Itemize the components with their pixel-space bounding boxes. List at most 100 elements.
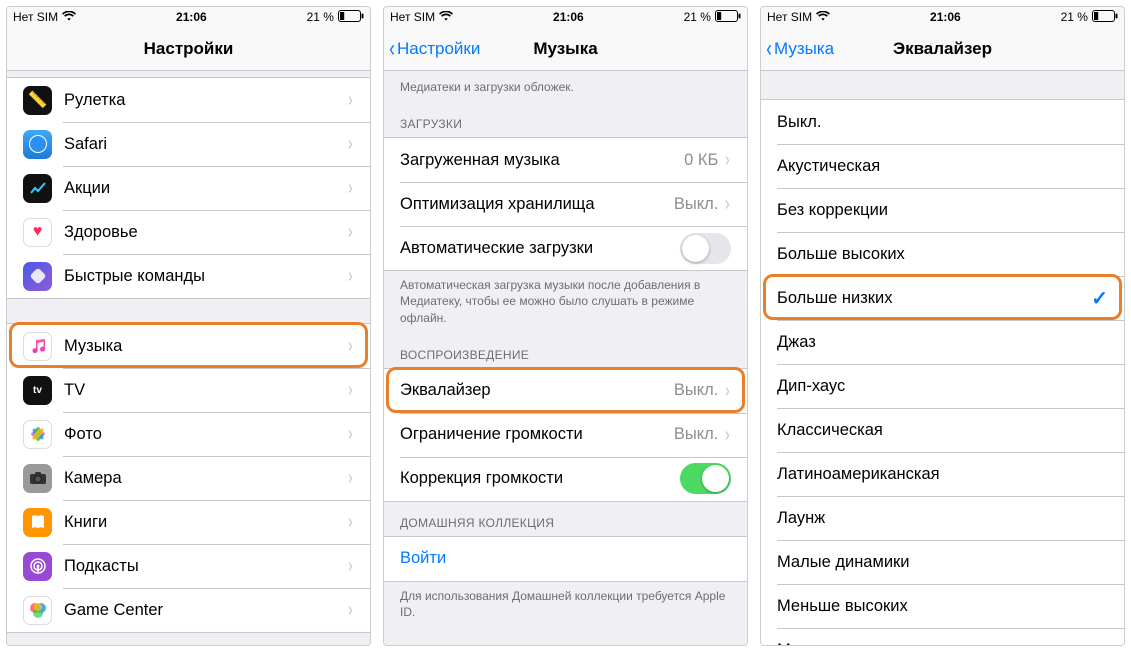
volume-limit-row[interactable]: Ограничение громкости Выкл. ›: [384, 413, 747, 457]
top-footer: Медиатеки и загрузки обложек.: [384, 71, 747, 103]
settings-item-game-center[interactable]: Game Center›: [7, 588, 370, 632]
eq-option[interactable]: Больше высоких: [761, 232, 1124, 276]
settings-item-музыка[interactable]: Музыка›: [7, 324, 370, 368]
row-label: Эквалайзер: [400, 381, 674, 400]
row-label: Малые динамики: [777, 553, 1108, 572]
battery-pct-text: 21 %: [1061, 10, 1088, 24]
eq-option[interactable]: Выкл.: [761, 100, 1124, 144]
eq-options-list: Выкл. Акустическая Без коррекции Больше выс…: [761, 99, 1124, 645]
auto-downloads-toggle[interactable]: [680, 233, 731, 264]
settings-item-tv[interactable]: tvTV›: [7, 368, 370, 412]
row-label: TV: [64, 381, 347, 400]
settings-item-фото[interactable]: Фото›: [7, 412, 370, 456]
eq-option[interactable]: Джаз: [761, 320, 1124, 364]
row-label: Латиноамериканская: [777, 465, 1108, 484]
chevron-right-icon: ›: [348, 600, 353, 620]
checkmark-icon: ✓: [1091, 286, 1108, 311]
chevron-right-icon: ›: [348, 134, 353, 154]
row-label: Автоматические загрузки: [400, 239, 680, 258]
downloads-footer: Автоматическая загрузка музыки после доб…: [384, 271, 747, 334]
chevron-right-icon: ›: [348, 512, 353, 532]
settings-item-здоровье[interactable]: ♥Здоровье›: [7, 210, 370, 254]
battery-pct-text: 21 %: [307, 10, 334, 24]
chevron-right-icon: ›: [348, 222, 353, 242]
row-label: Классическая: [777, 421, 1108, 440]
row-value: Выкл.: [674, 425, 718, 444]
home-list: Войти: [384, 536, 747, 582]
books-icon: [23, 508, 52, 537]
settings-item-рулетка[interactable]: 📏Рулетка›: [7, 78, 370, 122]
battery-icon: [1092, 10, 1118, 25]
playback-header: ВОСПРОИЗВЕДЕНИЕ: [384, 334, 747, 368]
eq-option[interactable]: Малые динамики: [761, 540, 1124, 584]
safari-icon: [23, 130, 52, 159]
status-bar: Нет SIM 21:06 21 %: [384, 7, 747, 27]
settings-item-акции[interactable]: Акции›: [7, 166, 370, 210]
sound-check-toggle[interactable]: [680, 463, 731, 494]
settings-content[interactable]: 📏Рулетка›Safari›Акции›♥Здоровье›Быстрые …: [7, 71, 370, 645]
equalizer-screen: Нет SIM 21:06 21 % ‹ Музыка Эквалайзер В…: [760, 6, 1125, 646]
settings-item-книги[interactable]: Книги›: [7, 500, 370, 544]
row-label: Музыка: [64, 337, 347, 356]
nav-bar: ‹ Музыка Эквалайзер: [761, 27, 1124, 71]
home-footer: Для использования Домашней коллекции тре…: [384, 582, 747, 628]
chevron-right-icon: ›: [348, 468, 353, 488]
eq-option[interactable]: Латиноамериканская: [761, 452, 1124, 496]
downloads-list: Загруженная музыка 0 КБ › Оптимизация хр…: [384, 137, 747, 271]
row-label: Дип-хаус: [777, 377, 1108, 396]
back-button[interactable]: ‹ Настройки: [388, 37, 480, 61]
music-content[interactable]: Медиатеки и загрузки обложек. ЗАГРУЗКИ З…: [384, 71, 747, 645]
back-button[interactable]: ‹ Музыка: [765, 37, 834, 61]
eq-content[interactable]: Выкл. Акустическая Без коррекции Больше выс…: [761, 71, 1124, 645]
podcasts-icon: [23, 552, 52, 581]
chevron-right-icon: ›: [725, 381, 730, 401]
eq-option[interactable]: Больше низких✓: [761, 276, 1124, 320]
chevron-right-icon: ›: [725, 194, 730, 214]
shortcuts-icon: [23, 262, 52, 291]
wifi-icon: [439, 10, 453, 24]
settings-item-safari[interactable]: Safari›: [7, 122, 370, 166]
eq-option[interactable]: Меньше низких: [761, 628, 1124, 645]
eq-option[interactable]: Дип-хаус: [761, 364, 1124, 408]
row-label: Оптимизация хранилища: [400, 195, 674, 214]
eq-option[interactable]: Без коррекции: [761, 188, 1124, 232]
photos-icon: [23, 420, 52, 449]
row-label: Выкл.: [777, 113, 1108, 132]
row-label: Коррекция громкости: [400, 469, 680, 488]
row-label: Без коррекции: [777, 201, 1108, 220]
carrier-text: Нет SIM: [390, 10, 435, 24]
row-label: Больше низких: [777, 289, 1091, 308]
music-icon: [23, 332, 52, 361]
camera-icon: [23, 464, 52, 493]
optimize-storage-row[interactable]: Оптимизация хранилища Выкл. ›: [384, 182, 747, 226]
eq-option[interactable]: Лаунж: [761, 496, 1124, 540]
eq-option[interactable]: Меньше высоких: [761, 584, 1124, 628]
measure-icon: 📏: [23, 86, 52, 115]
nav-title: Эквалайзер: [893, 39, 992, 59]
eq-option[interactable]: Акустическая: [761, 144, 1124, 188]
sound-check-row[interactable]: Коррекция громкости: [384, 457, 747, 501]
downloaded-music-row[interactable]: Загруженная музыка 0 КБ ›: [384, 138, 747, 182]
wifi-icon: [62, 10, 76, 24]
row-value: 0 КБ: [684, 151, 718, 170]
row-label: Камера: [64, 469, 347, 488]
settings-item-быстрые-команды[interactable]: Быстрые команды›: [7, 254, 370, 298]
settings-item-подкасты[interactable]: Подкасты›: [7, 544, 370, 588]
playback-list: Эквалайзер Выкл. › Ограничение громкости…: [384, 368, 747, 502]
row-label: Фото: [64, 425, 347, 444]
equalizer-row[interactable]: Эквалайзер Выкл. ›: [384, 369, 747, 413]
row-label: Акустическая: [777, 157, 1108, 176]
clock-text: 21:06: [176, 10, 207, 24]
home-login-row[interactable]: Войти: [384, 537, 747, 581]
carrier-text: Нет SIM: [767, 10, 812, 24]
chevron-right-icon: ›: [348, 336, 353, 356]
eq-option[interactable]: Классическая: [761, 408, 1124, 452]
row-label: Подкасты: [64, 557, 347, 576]
settings-item-камера[interactable]: Камера›: [7, 456, 370, 500]
chevron-right-icon: ›: [348, 90, 353, 110]
row-label: Ограничение громкости: [400, 425, 674, 444]
auto-downloads-row[interactable]: Автоматические загрузки: [384, 226, 747, 270]
row-value: Выкл.: [674, 195, 718, 214]
gamecenter-icon: [23, 596, 52, 625]
nav-bar: ‹ Настройки Музыка: [384, 27, 747, 71]
